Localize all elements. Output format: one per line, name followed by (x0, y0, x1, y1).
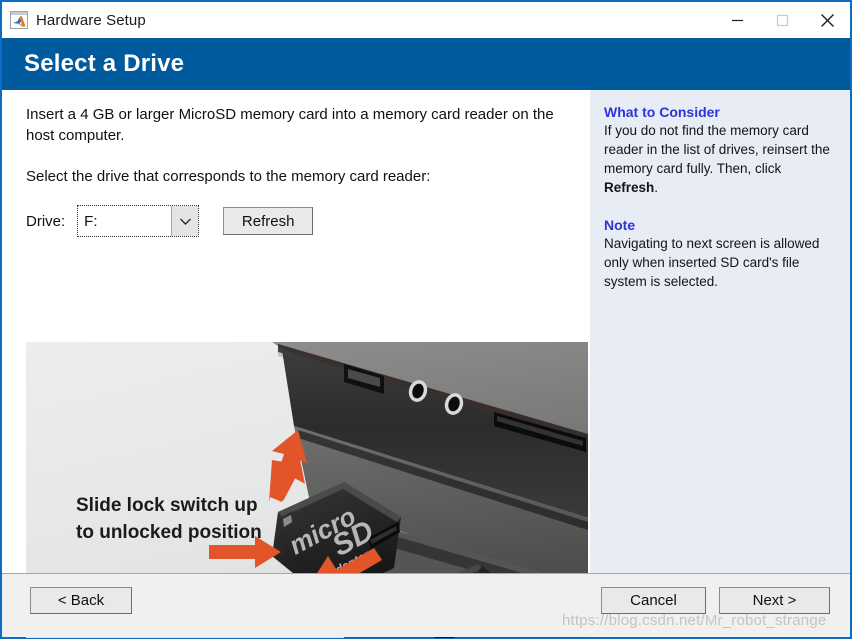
hardware-setup-window: Hardware Setup Select a Drive (0, 0, 852, 639)
help-section-title-note: Note (604, 217, 834, 233)
figure-caption-line2: to unlocked position (76, 522, 262, 543)
maximize-icon[interactable] (760, 2, 805, 38)
minimize-icon[interactable] (715, 2, 760, 38)
back-button[interactable]: < Back (30, 587, 132, 614)
instruction-paragraph-2: Select the drive that corresponds to the… (2, 146, 590, 187)
chevron-down-icon[interactable] (171, 206, 198, 236)
drive-selection-row: Drive: F: Refresh (2, 187, 590, 237)
figure-caption-line1: Slide lock switch up (76, 495, 258, 516)
drive-select[interactable]: F: (77, 205, 199, 237)
help-text-after: . (654, 180, 658, 195)
help-section-title-consider: What to Consider (604, 104, 834, 120)
drive-select-value: F: (78, 206, 171, 236)
help-section-text-consider: If you do not find the memory card reade… (604, 121, 834, 197)
close-icon[interactable] (805, 2, 850, 38)
footer-bar: < Back Cancel Next > (2, 573, 850, 637)
help-text-bold-refresh: Refresh (604, 180, 654, 195)
cancel-button[interactable]: Cancel (601, 587, 706, 614)
page-title: Select a Drive (2, 50, 184, 78)
refresh-button[interactable]: Refresh (223, 207, 313, 235)
page-banner: Select a Drive (2, 38, 850, 90)
help-text-before: If you do not find the memory card reade… (604, 123, 830, 176)
next-button[interactable]: Next > (719, 587, 830, 614)
title-bar: Hardware Setup (2, 2, 850, 38)
window-title: Hardware Setup (36, 12, 146, 29)
help-section-text-note: Navigating to next screen is allowed onl… (604, 234, 834, 291)
matlab-icon (10, 11, 28, 29)
content-area: Insert a 4 GB or larger MicroSD memory c… (2, 90, 850, 573)
instruction-paragraph-1: Insert a 4 GB or larger MicroSD memory c… (2, 90, 571, 146)
help-pane: What to Consider If you do not find the … (590, 90, 850, 573)
window-controls (715, 2, 850, 38)
main-pane: Insert a 4 GB or larger MicroSD memory c… (2, 90, 590, 573)
drive-label: Drive: (26, 213, 65, 230)
